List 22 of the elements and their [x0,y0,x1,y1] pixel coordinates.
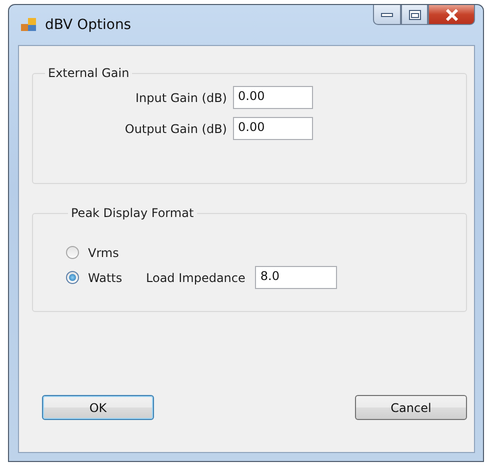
field-label: Input Gain (dB) [135,90,227,104]
group-title: External Gain [47,66,130,80]
group-title: Peak Display Format [70,206,195,220]
radio-button[interactable] [66,246,79,259]
close-button[interactable] [428,5,475,25]
input-field[interactable]: 8.0 [255,266,338,289]
dialog-button[interactable]: OK [42,395,154,420]
window-title: dBV Options [45,17,132,33]
close-icon [444,8,458,20]
input-field[interactable]: 0.00 [233,86,313,109]
maximize-icon [408,10,420,20]
input-field[interactable]: 0.00 [233,117,313,140]
radio-button[interactable] [66,271,79,284]
minimize-button[interactable] [373,5,401,25]
radio-label: Vrms [88,246,120,260]
minimize-icon [381,12,393,18]
field-label: Output Gain (dB) [124,122,227,136]
radio-label: Watts [88,270,124,284]
app-icon [21,18,37,32]
field-label: Load Impedance [146,270,246,284]
dialog-button[interactable]: Cancel [355,395,467,420]
maximize-button[interactable] [401,5,428,25]
